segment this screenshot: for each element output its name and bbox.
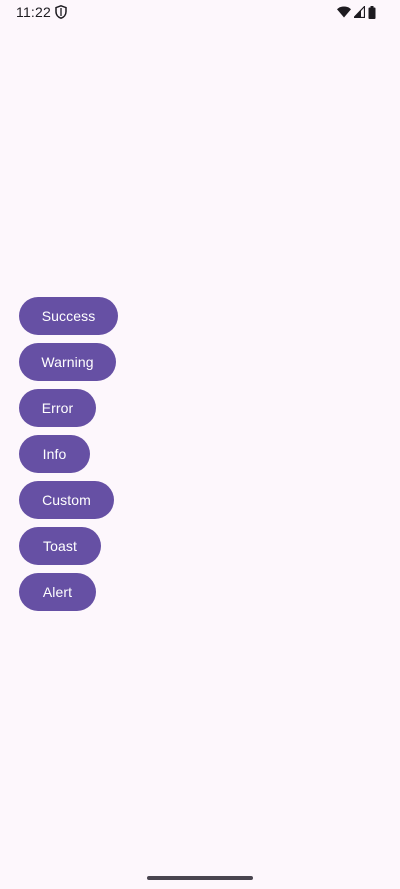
status-icons xyxy=(337,5,376,19)
wifi-icon xyxy=(337,6,351,18)
custom-button[interactable]: Custom xyxy=(19,481,114,519)
success-button[interactable]: Success xyxy=(19,297,118,335)
button-list: Success Warning Error Info Custom Toast … xyxy=(19,297,118,611)
toast-button[interactable]: Toast xyxy=(19,527,101,565)
warning-button[interactable]: Warning xyxy=(19,343,116,381)
home-indicator[interactable] xyxy=(147,876,253,880)
cellular-signal-icon xyxy=(354,6,365,18)
shield-icon xyxy=(55,5,67,19)
battery-icon xyxy=(368,5,376,19)
alert-button[interactable]: Alert xyxy=(19,573,96,611)
status-time: 11:22 xyxy=(16,4,51,20)
status-bar: 11:22 xyxy=(0,0,400,24)
error-button[interactable]: Error xyxy=(19,389,96,427)
info-button[interactable]: Info xyxy=(19,435,90,473)
